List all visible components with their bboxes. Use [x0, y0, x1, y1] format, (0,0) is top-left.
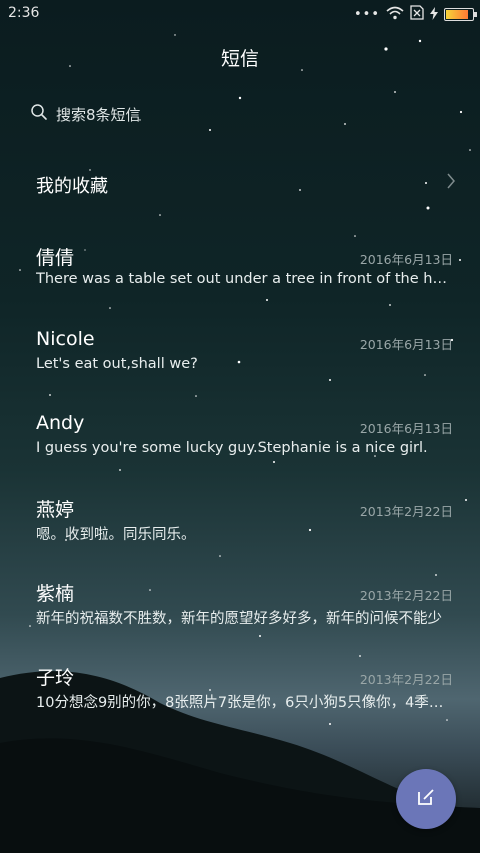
thread-preview: 10分想念9别的你，8张照片7张是你，6只小狗5只像你，4季如春	[36, 695, 454, 711]
compose-button[interactable]	[396, 769, 456, 829]
thread-date: 2013年2月22日	[359, 504, 453, 519]
wifi-icon	[386, 5, 404, 24]
page-title: 短信	[220, 48, 259, 70]
search-icon	[30, 103, 48, 125]
thread-contact-name: 燕婷	[36, 499, 75, 521]
thread-preview: Let's eat out,shall we?	[36, 356, 198, 372]
thread-contact-name: Nicole	[36, 328, 95, 350]
thread-date: 2016年6月13日	[359, 252, 453, 267]
message-thread[interactable]: 燕婷 2013年2月22日 嗯。收到啦。同乐同乐。	[0, 495, 480, 575]
thread-preview: I guess you're some lucky guy.Stephanie …	[36, 440, 428, 456]
status-time: 2:36	[8, 5, 40, 21]
message-thread[interactable]: 紫楠 2013年2月22日 新年的祝福数不胜数，新年的愿望好多好多，新年的问候不…	[0, 579, 480, 659]
status-icons: •••	[353, 5, 477, 24]
thread-date: 2016年6月13日	[359, 421, 453, 436]
favorites-label: 我的收藏	[36, 176, 108, 197]
message-thread[interactable]: Andy 2016年6月13日 I guess you're some luck…	[0, 412, 480, 492]
thread-date: 2013年2月22日	[359, 672, 453, 687]
thread-preview: There was a table set out under a tree i…	[36, 271, 454, 287]
message-thread[interactable]: 倩倩 2016年6月13日 There was a table set out …	[0, 243, 480, 323]
status-bar: 2:36 •••	[0, 0, 480, 28]
no-sim-icon	[410, 5, 424, 24]
thread-contact-name: 紫楠	[36, 583, 75, 605]
charging-bolt-icon	[430, 5, 438, 24]
search-bar[interactable]: 搜索8条短信	[30, 103, 141, 125]
message-thread[interactable]: Nicole 2016年6月13日 Let's eat out,shall we…	[0, 328, 480, 408]
battery-level-fill	[446, 10, 469, 19]
thread-contact-name: 子玲	[36, 667, 75, 689]
favorites-row[interactable]: 我的收藏	[0, 160, 480, 206]
battery-icon	[444, 8, 477, 21]
thread-date: 2016年6月13日	[359, 337, 453, 352]
thread-contact-name: 倩倩	[36, 247, 75, 269]
thread-preview: 嗯。收到啦。同乐同乐。	[36, 527, 196, 543]
more-dots-icon: •••	[353, 7, 380, 22]
thread-preview: 新年的祝福数不胜数，新年的愿望好多好多，新年的问候不能少	[36, 611, 442, 627]
message-thread[interactable]: 子玲 2013年2月22日 10分想念9别的你，8张照片7张是你，6只小狗5只像…	[0, 663, 480, 743]
compose-icon	[416, 787, 436, 811]
chevron-right-icon	[446, 172, 456, 194]
thread-contact-name: Andy	[36, 412, 85, 434]
thread-date: 2013年2月22日	[359, 588, 453, 603]
search-placeholder: 搜索8条短信	[56, 105, 141, 124]
